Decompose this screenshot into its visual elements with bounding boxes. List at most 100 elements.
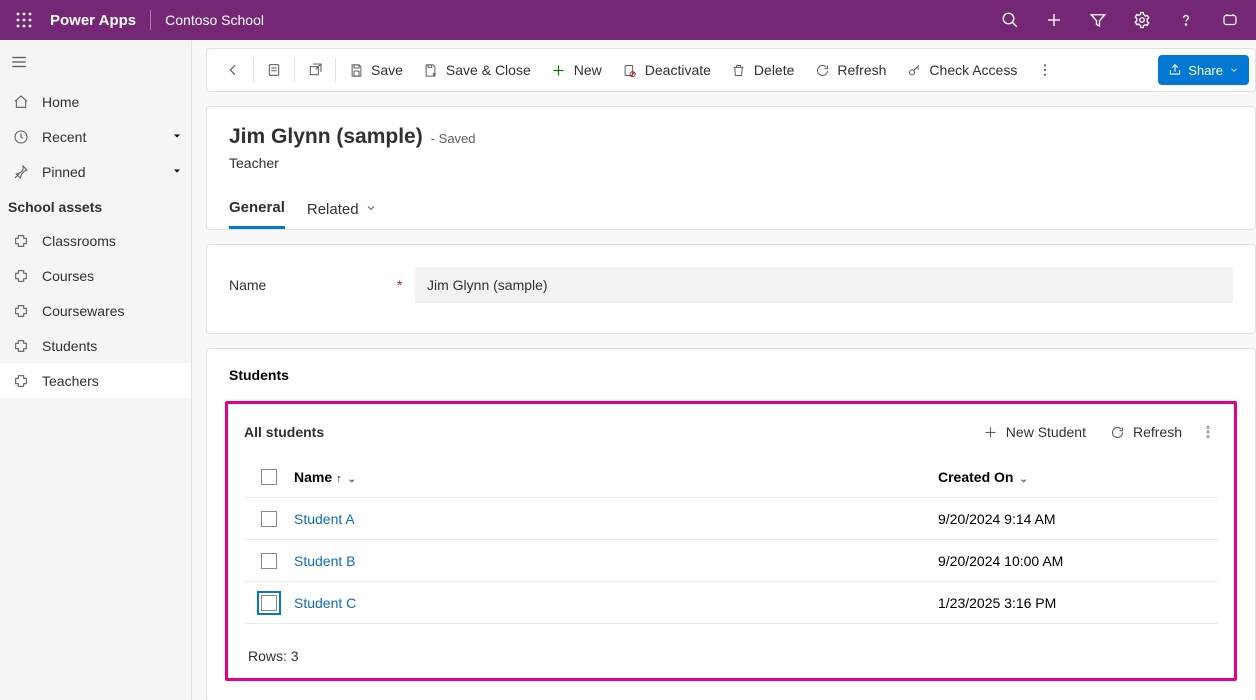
refresh-icon: [814, 62, 830, 78]
filter-icon[interactable]: [1076, 0, 1120, 40]
nav-label: Pinned: [42, 164, 171, 180]
cmd-label: Check Access: [929, 62, 1017, 78]
clock-icon: [12, 128, 30, 146]
cmd-label: Save & Close: [446, 62, 531, 78]
record-title: Jim Glynn (sample): [229, 125, 423, 149]
subgrid-toolbar: All students New Student Refresh: [234, 416, 1228, 456]
required-indicator: *: [397, 277, 402, 293]
grid-row-count: Rows: 3: [248, 648, 1228, 664]
save-close-button[interactable]: Save & Close: [413, 52, 541, 88]
record-header-card: Jim Glynn (sample) - Saved Teacher Gener…: [206, 106, 1256, 230]
add-icon[interactable]: [1032, 0, 1076, 40]
puzzle-icon: [12, 302, 30, 320]
grid-row[interactable]: Student C 1/23/2025 3:16 PM: [244, 582, 1218, 624]
command-bar: Save Save & Close New Deactivate Delete …: [206, 48, 1256, 92]
global-header: Power Apps Contoso School: [0, 0, 1256, 40]
search-icon[interactable]: [988, 0, 1032, 40]
cmd-label: Refresh: [837, 62, 886, 78]
tab-related[interactable]: Related: [307, 199, 377, 229]
subgrid-title: All students: [244, 424, 324, 440]
row-checkbox[interactable]: [244, 511, 294, 527]
subgrid-more-icon[interactable]: [1194, 416, 1222, 448]
environment-name[interactable]: Contoso School: [165, 12, 264, 28]
student-link[interactable]: Student C: [294, 595, 356, 611]
nav-pinned[interactable]: Pinned: [0, 154, 191, 189]
column-header-created[interactable]: Created On⌄: [938, 469, 1218, 485]
chevron-down-icon: ⌄: [348, 474, 356, 485]
app-title: Power Apps: [50, 12, 136, 29]
cell-created: 9/20/2024 10:00 AM: [938, 553, 1218, 569]
app-launcher-icon[interactable]: [4, 0, 44, 40]
chevron-down-icon: [171, 129, 183, 145]
new-student-button[interactable]: New Student: [971, 416, 1098, 448]
select-all-checkbox[interactable]: [244, 469, 294, 485]
record-saved-indicator: - Saved: [431, 131, 476, 146]
divider: [150, 10, 151, 30]
home-icon: [12, 93, 30, 111]
cmd-label: Share: [1188, 63, 1223, 78]
form-tabs: General Related: [229, 199, 1233, 229]
nav-label: Students: [42, 338, 183, 354]
cell-created: 1/23/2025 3:16 PM: [938, 595, 1218, 611]
save-icon: [348, 62, 364, 78]
nav-label: Courses: [42, 268, 183, 284]
subgrid-refresh-button[interactable]: Refresh: [1098, 416, 1194, 448]
pin-icon: [12, 163, 30, 181]
section-title: Students: [229, 367, 1237, 383]
nav-students[interactable]: Students: [0, 328, 191, 363]
sort-asc-icon: ↑: [336, 473, 342, 485]
puzzle-icon: [12, 372, 30, 390]
row-checkbox[interactable]: [244, 595, 294, 611]
grid-header-row: Name↑⌄ Created On⌄: [244, 456, 1218, 498]
left-nav: Home Recent Pinned School assets Classro…: [0, 40, 192, 700]
name-input[interactable]: [415, 267, 1233, 303]
cmd-label: Deactivate: [645, 62, 711, 78]
nav-recent[interactable]: Recent: [0, 119, 191, 154]
grid-row[interactable]: Student B 9/20/2024 10:00 AM: [244, 540, 1218, 582]
nav-label: Coursewares: [42, 303, 183, 319]
puzzle-icon: [12, 337, 30, 355]
tab-general[interactable]: General: [229, 199, 285, 229]
task-flow-icon[interactable]: [256, 52, 292, 88]
menu-icon[interactable]: [10, 53, 28, 71]
student-link[interactable]: Student A: [294, 511, 355, 527]
chevron-down-icon: ⌄: [1019, 474, 1027, 485]
save-close-icon: [423, 62, 439, 78]
deactivate-button[interactable]: Deactivate: [612, 52, 721, 88]
back-button[interactable]: [215, 52, 251, 88]
save-button[interactable]: Save: [338, 52, 413, 88]
new-button[interactable]: New: [541, 52, 612, 88]
form-section: Name *: [206, 244, 1256, 334]
nav-courses[interactable]: Courses: [0, 258, 191, 293]
nav-coursewares[interactable]: Coursewares: [0, 293, 191, 328]
nav-label: Teachers: [42, 373, 183, 389]
cmd-label: New: [574, 62, 602, 78]
share-button[interactable]: Share: [1158, 55, 1249, 85]
nav-group-title: School assets: [0, 189, 191, 223]
delete-button[interactable]: Delete: [721, 52, 804, 88]
puzzle-icon: [12, 267, 30, 285]
nav-home[interactable]: Home: [0, 84, 191, 119]
deactivate-icon: [622, 62, 638, 78]
nav-label: Recent: [42, 129, 171, 145]
refresh-button[interactable]: Refresh: [804, 52, 896, 88]
student-link[interactable]: Student B: [294, 553, 356, 569]
more-commands-icon[interactable]: [1027, 52, 1063, 88]
open-new-window-icon[interactable]: [297, 52, 333, 88]
students-grid: Name↑⌄ Created On⌄ Student A 9/20/2024 9…: [244, 456, 1218, 624]
subgrid-highlight: All students New Student Refresh: [225, 401, 1237, 681]
copilot-icon[interactable]: [1208, 0, 1252, 40]
cell-created: 9/20/2024 9:14 AM: [938, 511, 1218, 527]
check-access-button[interactable]: Check Access: [896, 52, 1027, 88]
column-header-name[interactable]: Name↑⌄: [294, 469, 938, 485]
nav-label: Classrooms: [42, 233, 183, 249]
nav-label: Home: [42, 94, 183, 110]
trash-icon: [731, 62, 747, 78]
nav-teachers[interactable]: Teachers: [0, 363, 191, 398]
nav-classrooms[interactable]: Classrooms: [0, 223, 191, 258]
help-icon[interactable]: [1164, 0, 1208, 40]
row-checkbox[interactable]: [244, 553, 294, 569]
plus-icon: [551, 62, 567, 78]
settings-icon[interactable]: [1120, 0, 1164, 40]
grid-row[interactable]: Student A 9/20/2024 9:14 AM: [244, 498, 1218, 540]
